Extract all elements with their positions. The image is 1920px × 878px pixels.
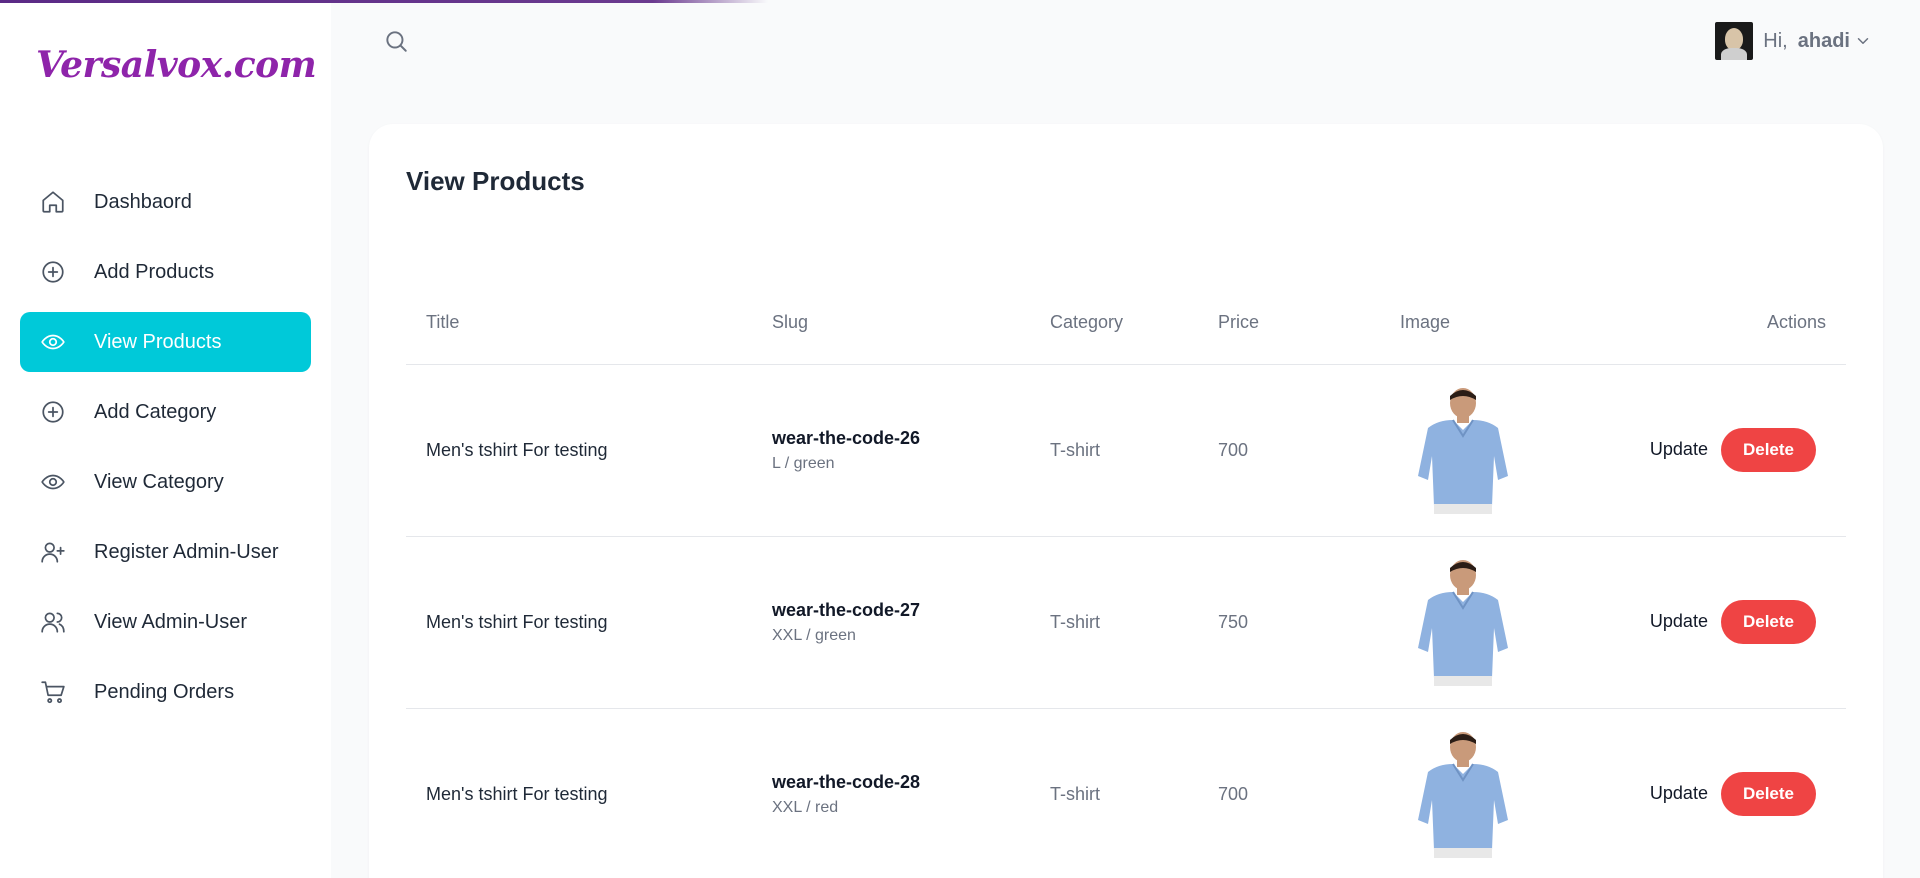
sidebar-item-label: Add Category <box>94 400 217 423</box>
table-row: Men's tshirt For testing wear-the-code-2… <box>406 364 1846 537</box>
home-icon <box>40 189 66 215</box>
sidebar-item-label: View Category <box>94 470 224 493</box>
username: ahadi <box>1797 29 1850 52</box>
table-row: Men's tshirt For testing wear-the-code-2… <box>406 708 1846 878</box>
sidebar: Versalvox.com Dashbaord Add Products Vie… <box>0 0 331 878</box>
row-actions: Update Delete <box>1600 536 1846 709</box>
product-title: Men's tshirt For testing <box>406 536 752 709</box>
plus-circle-icon <box>40 259 66 285</box>
product-slug-cell: wear-the-code-28 XXL / red <box>752 708 1030 878</box>
product-category: T-shirt <box>1030 364 1198 537</box>
table-row: Men's tshirt For testing wear-the-code-2… <box>406 536 1846 709</box>
product-category: T-shirt <box>1030 708 1198 878</box>
sidebar-item-view-products[interactable]: View Products <box>20 312 311 372</box>
product-title: Men's tshirt For testing <box>406 708 752 878</box>
update-button[interactable]: Update <box>1650 439 1708 460</box>
product-variant: L / green <box>772 454 835 472</box>
product-variant: XXL / green <box>772 626 856 644</box>
product-price: 750 <box>1198 536 1380 709</box>
brand-logo[interactable]: Versalvox.com <box>36 44 317 86</box>
column-header-title: Title <box>406 282 752 365</box>
eye-icon <box>40 469 66 495</box>
product-variant: XXL / red <box>772 798 839 816</box>
sidebar-item-dashboard[interactable]: Dashbaord <box>20 172 311 232</box>
chevron-down-icon[interactable] <box>1854 32 1872 50</box>
row-actions: Update Delete <box>1600 708 1846 878</box>
sidebar-item-label: Add Products <box>94 260 215 283</box>
products-table: Title Slug Category Price Image Actions … <box>406 282 1846 878</box>
sidebar-item-view-admin-user[interactable]: View Admin-User <box>20 592 311 652</box>
product-image-cell <box>1380 536 1600 709</box>
delete-button[interactable]: Delete <box>1720 600 1816 644</box>
product-image <box>1418 388 1508 514</box>
table-header-row: Title Slug Category Price Image Actions <box>406 282 1846 365</box>
sidebar-item-label: Register Admin-User <box>94 540 279 563</box>
sidebar-item-add-category[interactable]: Add Category <box>20 382 311 442</box>
product-category: T-shirt <box>1030 536 1198 709</box>
product-image-cell <box>1380 364 1600 537</box>
greeting-text: Hi, <box>1763 29 1788 52</box>
delete-button[interactable]: Delete <box>1720 428 1816 472</box>
product-image <box>1418 560 1508 686</box>
loading-progress-bar <box>0 0 768 3</box>
product-price: 700 <box>1198 364 1380 537</box>
user-plus-icon <box>40 539 66 565</box>
sidebar-item-label: Dashbaord <box>94 190 192 213</box>
update-button[interactable]: Update <box>1650 783 1708 804</box>
search-icon[interactable] <box>383 28 409 54</box>
page-title: View Products <box>406 166 585 196</box>
column-header-slug: Slug <box>752 282 1030 365</box>
column-header-actions: Actions <box>1600 282 1846 365</box>
sidebar-item-label: View Products <box>94 330 222 353</box>
update-button[interactable]: Update <box>1650 611 1708 632</box>
eye-icon <box>40 329 66 355</box>
sidebar-item-pending-orders[interactable]: Pending Orders <box>20 662 311 722</box>
sidebar-item-add-products[interactable]: Add Products <box>20 242 311 302</box>
sidebar-item-label: Pending Orders <box>94 680 235 703</box>
column-header-category: Category <box>1030 282 1198 365</box>
sidebar-item-label: View Admin-User <box>94 610 248 633</box>
cart-icon <box>40 679 66 705</box>
sidebar-item-view-category[interactable]: View Category <box>20 452 311 512</box>
delete-button[interactable]: Delete <box>1720 772 1816 816</box>
product-slug: wear-the-code-26 <box>772 427 921 448</box>
sidebar-nav: Dashbaord Add Products View Products Add… <box>20 191 311 732</box>
plus-circle-icon <box>40 399 66 425</box>
product-slug: wear-the-code-28 <box>772 771 921 792</box>
column-header-image: Image <box>1380 282 1600 365</box>
products-card: View Products Title Slug Category Price … <box>369 124 1883 878</box>
column-header-price: Price <box>1198 282 1380 365</box>
product-slug-cell: wear-the-code-27 XXL / green <box>752 536 1030 709</box>
product-price: 700 <box>1198 708 1380 878</box>
product-slug-cell: wear-the-code-26 L / green <box>752 364 1030 537</box>
product-title: Men's tshirt For testing <box>406 364 752 537</box>
sidebar-item-register-admin-user[interactable]: Register Admin-User <box>20 522 311 582</box>
product-image-cell <box>1380 708 1600 878</box>
product-slug: wear-the-code-27 <box>772 599 921 620</box>
product-image <box>1418 732 1508 858</box>
avatar[interactable] <box>1715 22 1754 60</box>
users-icon <box>40 609 66 635</box>
user-menu[interactable]: Hi, ahadi <box>1715 22 1872 60</box>
row-actions: Update Delete <box>1600 364 1846 537</box>
